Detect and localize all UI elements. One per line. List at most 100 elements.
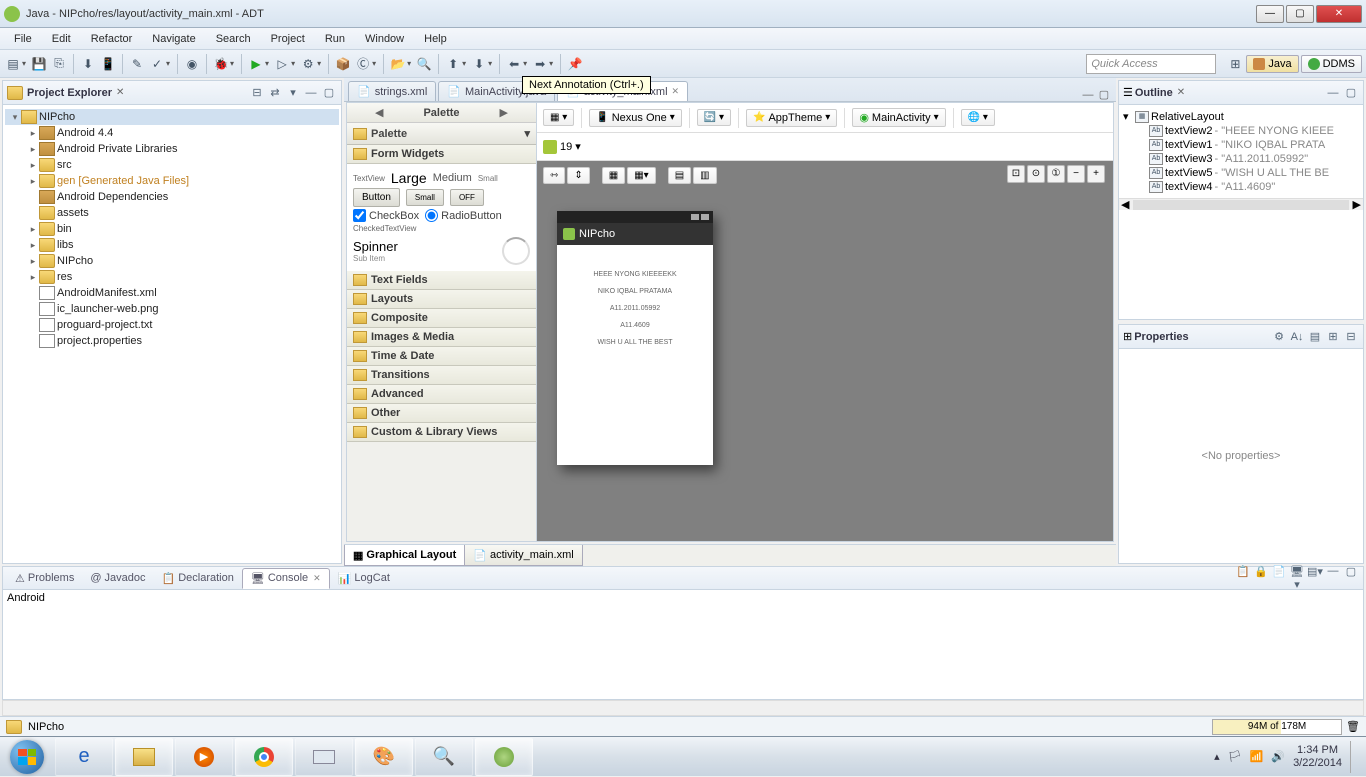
palette-section-form-widgets[interactable]: Form Widgets [347, 145, 536, 164]
zoom-reset-icon[interactable]: ⊙ [1027, 165, 1045, 183]
link-editor-icon[interactable]: ⇄ [267, 85, 283, 101]
widget-button[interactable]: Button [353, 188, 400, 207]
widget-radio[interactable]: RadioButton [425, 209, 502, 222]
new-class-icon[interactable]: Ⓒ [354, 55, 372, 73]
props-cat-icon[interactable]: ▤ [1307, 329, 1323, 345]
outline-tree[interactable]: ▾▦RelativeLayout AbtextView2 - "HEEE NYO… [1119, 105, 1363, 198]
palette-section[interactable]: Custom & Library Views [347, 423, 536, 442]
menu-window[interactable]: Window [355, 30, 414, 48]
tree-item[interactable]: project.properties [5, 333, 339, 349]
collapse-all-icon[interactable]: ⊟ [249, 85, 265, 101]
bottom-tab-javadoc[interactable]: @Javadoc [82, 569, 153, 587]
back-icon[interactable]: ⬅ [505, 55, 523, 73]
debug-icon[interactable]: 🐞 [212, 55, 230, 73]
bottom-scrollbar[interactable] [2, 700, 1364, 716]
zoom-in-icon[interactable]: + [1087, 165, 1105, 183]
bottom-tab-declaration[interactable]: 📋Declaration [154, 569, 242, 588]
widget-small-button[interactable]: Small [406, 189, 444, 206]
gc-icon[interactable]: 🗑 [1346, 720, 1360, 733]
open-perspective-icon[interactable]: ⊞ [1226, 55, 1244, 73]
tray-flag-icon[interactable]: 🏳 [1228, 750, 1242, 763]
tray-expand-icon[interactable]: ▴ [1214, 750, 1220, 763]
bottom-toolbar-icon[interactable]: 📋 [1235, 565, 1251, 591]
editor-ctrl-icon[interactable]: ▢ [1096, 88, 1112, 101]
outline-item[interactable]: AbtextView1 - "NIKO IQBAL PRATA [1123, 138, 1359, 152]
zoom-100-icon[interactable]: ① [1047, 165, 1065, 183]
tree-item[interactable]: ▸Android 4.4 [5, 125, 339, 141]
heap-status[interactable]: 94M of 178M [1212, 719, 1342, 735]
props-filter-icon[interactable]: ⚙ [1271, 329, 1287, 345]
tree-item[interactable]: ▸libs [5, 237, 339, 253]
orientation-chooser[interactable]: 🔄 ▾ [697, 109, 731, 126]
tree-item[interactable]: ▸res [5, 269, 339, 285]
close-view-icon[interactable]: ✕ [116, 87, 124, 98]
design-canvas[interactable]: ⇿ ⇕ ▦ ▦▾ ▤ ▥ ⊡ ⊙ ① − + [537, 161, 1113, 541]
outline-item[interactable]: AbtextView3 - "A11.2011.05992" [1123, 152, 1359, 166]
tree-item[interactable]: Android Dependencies [5, 189, 339, 205]
open-type-icon[interactable]: 📂 [389, 55, 407, 73]
locale-chooser[interactable]: 🌐 ▾ [961, 109, 995, 126]
pin-icon[interactable]: 📌 [566, 55, 584, 73]
new-project-icon[interactable]: ◉ [183, 55, 201, 73]
menu-help[interactable]: Help [414, 30, 457, 48]
taskbar-paint[interactable]: 🎨 [355, 738, 413, 776]
tree-item[interactable]: ▸gen [Generated Java Files] [5, 173, 339, 189]
palette-section[interactable]: Time & Date [347, 347, 536, 366]
preview-text[interactable]: WISH U ALL THE BEST [563, 339, 707, 346]
lint-icon[interactable]: ✎ [128, 55, 146, 73]
menu-file[interactable]: File [4, 30, 42, 48]
toggle-viewport-icon[interactable]: ⇿ [543, 167, 565, 184]
bottom-tab-problems[interactable]: ⚠Problems [7, 569, 82, 588]
tree-item[interactable]: ▸NIPcho [5, 253, 339, 269]
palette-section[interactable]: Composite [347, 309, 536, 328]
tray-volume-icon[interactable]: 🔊 [1271, 750, 1285, 763]
bottom-toolbar-icon[interactable]: ▢ [1343, 565, 1359, 591]
activity-chooser[interactable]: ◉ MainActivity ▾ [852, 108, 945, 127]
taskbar-eclipse[interactable] [475, 738, 533, 776]
menu-search[interactable]: Search [206, 30, 261, 48]
palette-section[interactable]: Other [347, 404, 536, 423]
toggle-fill-icon[interactable]: ⇕ [567, 167, 589, 184]
widget-progress-icon[interactable] [502, 237, 530, 265]
palette-section[interactable]: Images & Media [347, 328, 536, 347]
run-last-icon[interactable]: ▷ [273, 55, 291, 73]
outline-scrollbar[interactable]: ◀▶ [1119, 198, 1363, 210]
bottom-tab-console[interactable]: 🖥Console✕ [242, 568, 330, 589]
save-all-icon[interactable]: ⎘ [50, 55, 68, 73]
zoom-fit-icon[interactable]: ⊡ [1007, 165, 1025, 183]
preview-text[interactable]: A11.2011.05992 [563, 305, 707, 312]
taskbar-chrome[interactable] [235, 738, 293, 776]
tray-network-icon[interactable]: 📶 [1250, 750, 1264, 763]
close-button[interactable]: ✕ [1316, 5, 1362, 23]
layout-actions2-icon[interactable]: ▥ [693, 167, 716, 184]
console-body[interactable]: Android [2, 590, 1364, 700]
tree-item[interactable]: ▸Android Private Libraries [5, 141, 339, 157]
outline-item[interactable]: AbtextView4 - "A11.4609" [1123, 180, 1359, 194]
perspective-ddms[interactable]: DDMS [1301, 55, 1362, 73]
layout-actions-icon[interactable]: ▤ [668, 167, 691, 184]
bottom-tab-logcat[interactable]: 📊LogCat [330, 569, 398, 588]
clip-icon[interactable]: ▦▾ [627, 167, 655, 184]
outline-item[interactable]: AbtextView2 - "HEEE NYONG KIEEE [1123, 124, 1359, 138]
emulate-icon[interactable]: ▦ [602, 167, 625, 184]
new-package-icon[interactable]: 📦 [334, 55, 352, 73]
outline-min-icon[interactable]: — [1325, 85, 1341, 101]
taskbar-ie[interactable]: e [55, 738, 113, 776]
next-annotation-icon[interactable]: ⬇ [470, 55, 488, 73]
run-icon[interactable]: ▶ [247, 55, 265, 73]
palette-menu-icon[interactable]: ▾ [524, 127, 530, 140]
tray-clock[interactable]: 1:34 PM3/22/2014 [1293, 744, 1342, 770]
bottom-toolbar-icon[interactable]: ▤▾ [1307, 565, 1323, 591]
view-menu-icon[interactable]: ▾ [285, 85, 301, 101]
menu-refactor[interactable]: Refactor [81, 30, 143, 48]
minimize-view-icon[interactable]: — [303, 85, 319, 101]
outline-item[interactable]: AbtextView5 - "WISH U ALL THE BE [1123, 166, 1359, 180]
api-chooser[interactable]: 19 ▾ [543, 140, 581, 154]
search-icon[interactable]: 🔍 [415, 55, 433, 73]
tree-item[interactable]: ic_launcher-web.png [5, 301, 339, 317]
device-chooser[interactable]: 📱 Nexus One ▾ [589, 109, 682, 127]
bottom-toolbar-icon[interactable]: — [1325, 565, 1341, 591]
preview-text[interactable]: HEEE NYONG KIEEEEKK [563, 271, 707, 278]
bottom-toolbar-icon[interactable]: 🖥▾ [1289, 565, 1305, 591]
quick-access-input[interactable]: Quick Access [1086, 54, 1216, 74]
